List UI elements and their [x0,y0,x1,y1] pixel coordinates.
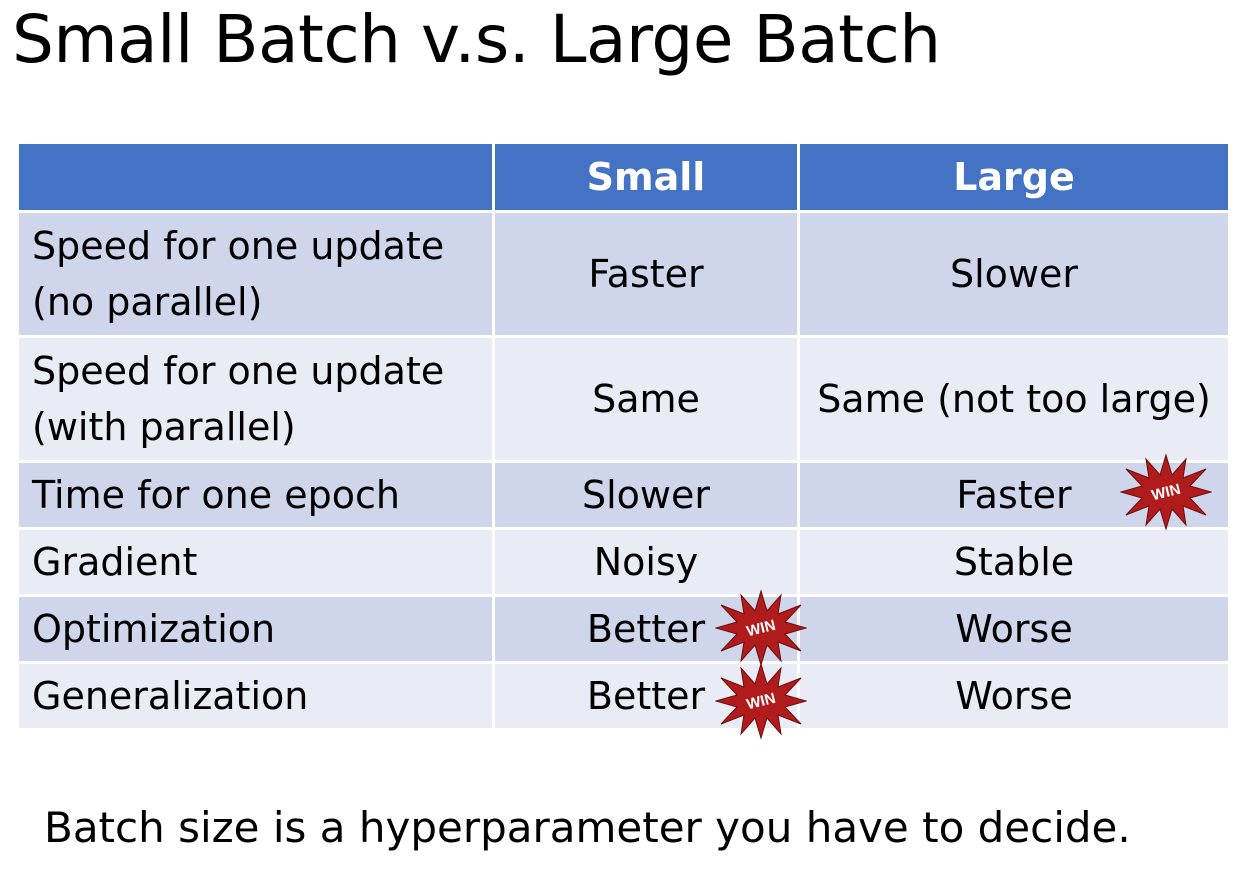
cell-large-text: Worse [955,607,1073,651]
cell-large-text: Slower [949,252,1078,296]
row-label-line2: (no parallel) [32,280,263,324]
row-label-line1: Time for one epoch [32,473,400,517]
table-row: Gradient Noisy Stable [16,527,1231,597]
win-starburst-icon: WIN [1120,453,1212,531]
comparison-table: Small Large Speed for one update (no para… [16,141,1231,740]
row-label-line1: Generalization [32,674,309,718]
row-label: Gradient [16,527,495,597]
row-label-line1: Gradient [32,540,198,584]
cell-large: Worse [797,594,1231,664]
cell-small-text: Noisy [593,540,699,584]
header-empty-cell [16,141,495,213]
cell-large-text: Stable [953,540,1075,584]
row-label: Time for one epoch [16,460,495,530]
table-row: Optimization Better WIN Worse [16,589,1231,667]
table-row: Generalization Better WIN Worse [16,661,1231,740]
cell-large: Worse [797,661,1231,731]
cell-large: Faster WIN [797,453,1231,531]
row-label: Speed for one update (no parallel) [16,210,495,338]
row-label-line1: Speed for one update [32,349,445,393]
cell-small: Same [492,335,800,463]
cell-small-text: Faster [588,252,704,296]
cell-small-text: Better [586,607,706,651]
win-starburst-icon: WIN [715,662,807,740]
row-label: Optimization [16,594,495,664]
row-label: Generalization [16,661,495,731]
cell-small-text: Slower [581,473,710,517]
table-row: Speed for one update (with parallel) Same… [16,335,1231,463]
header-small: Small [492,141,800,213]
cell-large-text: Worse [955,674,1073,718]
cell-small: Faster [492,210,800,338]
table-row: Speed for one update (no parallel) Faster… [16,210,1231,338]
cell-small-text: Same [592,377,700,421]
cell-small: Better WIN [492,589,807,667]
cell-large: Same (not too large) [797,335,1231,463]
slide-title: Small Batch v.s. Large Batch [12,1,941,78]
cell-large-text: Faster [956,473,1072,517]
cell-small: Noisy [492,527,800,597]
cell-small: Slower [492,460,800,530]
footer-note: Batch size is a hyperparameter you have … [44,803,1131,852]
cell-large-text: Same (not too large) [817,377,1211,421]
table-row: Time for one epoch Slower Faster WIN [16,453,1231,531]
row-label: Speed for one update (with parallel) [16,335,495,463]
cell-large: Slower [797,210,1231,338]
row-label-line2: (with parallel) [32,405,296,449]
header-row: Small Large [16,141,1231,213]
header-large: Large [797,141,1231,213]
cell-large: Stable [797,527,1231,597]
cell-small-text: Better [586,674,706,718]
win-starburst-icon: WIN [715,589,807,667]
cell-small: Better WIN [492,661,807,740]
row-label-line1: Optimization [32,607,276,651]
row-label-line1: Speed for one update [32,224,445,268]
